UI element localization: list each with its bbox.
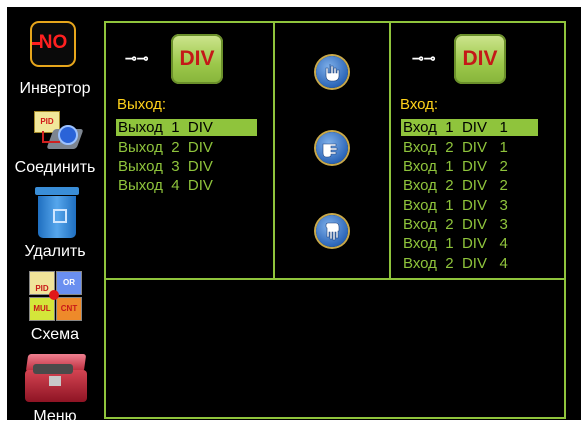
hand-up-icon xyxy=(325,64,340,82)
output-item[interactable]: Выход 1 DIV xyxy=(116,119,257,136)
inverter-icon-text: NO xyxy=(38,32,68,53)
scheme-button[interactable]: PID OR MUL CNT Схема xyxy=(7,269,103,349)
hand-point-icon xyxy=(322,143,338,158)
input-div-block[interactable]: DIV xyxy=(454,34,506,84)
scheme-icon: PID OR MUL CNT xyxy=(29,269,85,323)
input-item[interactable]: Вход 1 DIV 3 xyxy=(401,197,508,214)
input-item[interactable]: Вход 1 DIV 2 xyxy=(401,158,508,175)
input-item[interactable]: Вход 1 DIV 4 xyxy=(401,235,508,252)
output-div-block[interactable]: DIV xyxy=(171,34,223,84)
menu-button[interactable]: Меню xyxy=(7,352,103,425)
toolbox-icon xyxy=(23,352,89,404)
bottom-panel xyxy=(106,280,564,417)
output-item[interactable]: Выход 4 DIV xyxy=(116,177,213,194)
divider-right xyxy=(389,21,391,280)
hand-down-icon xyxy=(325,222,340,241)
input-header: Вход: xyxy=(400,96,439,113)
input-item[interactable]: Вход 2 DIV 2 xyxy=(401,177,508,194)
connect-label: Соединить xyxy=(14,159,96,176)
screen: NO Инвертор PID Соединить Удалить PID OR xyxy=(7,7,581,425)
delete-label: Удалить xyxy=(24,243,86,260)
connect-button[interactable]: PID Соединить xyxy=(7,107,103,183)
delete-button[interactable]: Удалить xyxy=(7,187,103,265)
hand-down-button[interactable] xyxy=(316,215,348,247)
input-item[interactable]: Вход 2 DIV 4 xyxy=(401,255,508,272)
inverter-label: Инвертор xyxy=(19,80,91,97)
output-item[interactable]: Выход 2 DIV xyxy=(116,139,213,156)
input-item[interactable]: Вход 2 DIV 1 xyxy=(401,139,508,156)
input-plug-icon: ⊸⊸ xyxy=(412,50,436,66)
trash-icon xyxy=(33,187,81,239)
output-plug-icon: ⊸⊸ xyxy=(125,50,149,66)
hand-point-button[interactable] xyxy=(316,132,348,164)
hand-up-button[interactable] xyxy=(316,56,348,88)
input-item[interactable]: Вход 2 DIV 3 xyxy=(401,216,508,233)
output-item[interactable]: Выход 3 DIV xyxy=(116,158,213,175)
input-item[interactable]: Вход 1 DIV 1 xyxy=(401,119,538,136)
scheme-label: Схема xyxy=(30,326,80,343)
connect-icon: PID xyxy=(30,107,84,157)
output-header: Выход: xyxy=(117,96,167,113)
menu-label: Меню xyxy=(33,408,77,425)
inverter-icon: NO xyxy=(32,23,74,65)
inverter-button[interactable]: NO Инвертор xyxy=(7,23,103,103)
divider-left xyxy=(273,21,275,280)
